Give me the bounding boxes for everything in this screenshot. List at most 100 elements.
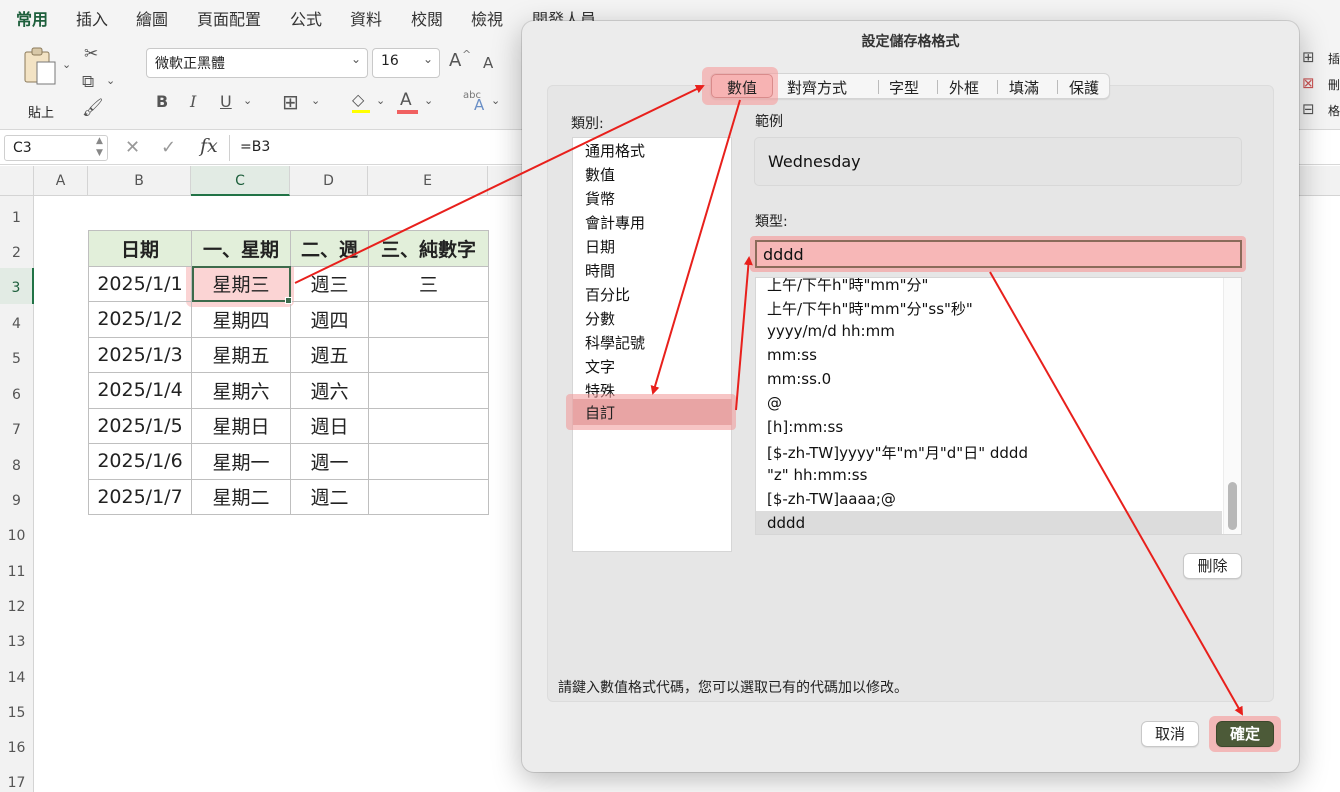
font-color-button[interactable]: A [400, 90, 412, 110]
column-header-c[interactable]: C [191, 166, 290, 196]
cell[interactable]: 週五 [290, 336, 369, 373]
underline-button[interactable]: U [220, 92, 232, 111]
cell[interactable]: 星期一 [191, 443, 291, 480]
row-header-16[interactable]: 16 [0, 740, 34, 756]
copy-icon[interactable]: ⧉ [82, 72, 94, 92]
format-painter-icon[interactable]: 🖌 [82, 98, 104, 118]
list-item[interactable]: "z" hh:mm:ss [767, 466, 867, 484]
row-header-6[interactable]: 6 [0, 387, 34, 403]
tab-formulas[interactable]: 公式 [290, 6, 322, 30]
name-box[interactable]: C3 [4, 135, 108, 161]
list-item[interactable]: 日期 [585, 236, 615, 257]
bold-button[interactable]: B [156, 92, 168, 111]
cell[interactable] [368, 407, 489, 444]
cell[interactable]: 2025/1/3 [88, 336, 192, 373]
cell[interactable]: 2025/1/4 [88, 372, 192, 409]
cell[interactable]: 2025/1/6 [88, 443, 192, 480]
cell[interactable] [368, 478, 489, 515]
list-item[interactable]: [h]:mm:ss [767, 418, 843, 436]
row-header-9[interactable]: 9 [0, 493, 34, 509]
selected-cell-c3[interactable]: 星期三 [191, 265, 291, 302]
category-list[interactable]: 通用格式 數值 貨幣 會計專用 日期 時間 百分比 分數 科學記號 文字 特殊 [572, 137, 732, 552]
insert-cells-icon[interactable]: ⊞ [1302, 48, 1315, 66]
cell[interactable] [368, 372, 489, 409]
fill-handle[interactable] [285, 297, 292, 304]
cell[interactable]: 週四 [290, 301, 369, 338]
tab-view[interactable]: 檢視 [471, 6, 503, 30]
delete-cells-icon[interactable]: ⊠ [1302, 74, 1315, 92]
list-item[interactable]: 貨幣 [585, 188, 615, 209]
list-item[interactable]: 分數 [585, 308, 615, 329]
list-item[interactable]: 百分比 [585, 284, 630, 305]
list-item[interactable]: 科學記號 [585, 332, 645, 353]
row-header-14[interactable]: 14 [0, 670, 34, 686]
column-header-b[interactable]: B [88, 166, 191, 196]
name-box-stepper-icon[interactable]: ▲ ▼ [96, 135, 103, 159]
insert-function-button[interactable]: fx [200, 135, 218, 157]
cell[interactable]: 三 [368, 265, 489, 302]
chevron-down-icon[interactable]: ⌄ [243, 94, 252, 107]
header-cell[interactable]: 一、星期 [191, 230, 291, 267]
chevron-down-icon[interactable]: ⌄ [106, 74, 115, 87]
format-list-scrollbar[interactable] [1223, 278, 1241, 534]
chevron-down-icon[interactable]: ⌄ [376, 94, 385, 107]
list-item[interactable]: 文字 [585, 356, 615, 377]
tab-home[interactable]: 常用 [16, 6, 49, 37]
delete-button[interactable]: 刪除 [1183, 553, 1242, 579]
row-header-12[interactable]: 12 [0, 599, 34, 615]
paste-button[interactable]: 貼上 [18, 46, 66, 121]
chevron-down-icon[interactable]: ⌄ [311, 94, 320, 107]
header-cell[interactable]: 日期 [88, 230, 192, 267]
chevron-down-icon[interactable]: ⌄ [62, 58, 71, 71]
font-name-select[interactable]: 微軟正黑體 ⌄ [146, 48, 368, 78]
category-item-custom[interactable]: 自訂 [573, 399, 732, 425]
cell[interactable] [368, 443, 489, 480]
cell[interactable]: 2025/1/5 [88, 407, 192, 444]
list-item[interactable]: 時間 [585, 260, 615, 281]
tab-border[interactable]: 外框 [949, 77, 979, 98]
shrink-font-button[interactable]: A [483, 54, 493, 72]
list-item[interactable]: 上午/下午h"時"mm"分"ss"秒" [767, 298, 973, 319]
italic-button[interactable]: I [190, 92, 196, 111]
cut-icon[interactable]: ✂ [84, 44, 98, 64]
select-all-corner[interactable] [0, 166, 34, 196]
tab-alignment[interactable]: 對齊方式 [787, 77, 847, 98]
row-header-3[interactable]: 3 [0, 268, 34, 304]
fill-color-icon[interactable]: ◇ [352, 90, 364, 109]
header-cell[interactable]: 二、週 [290, 230, 369, 267]
cell[interactable]: 2025/1/1 [88, 265, 192, 302]
tab-protection[interactable]: 保護 [1069, 77, 1099, 98]
cell[interactable]: 週二 [290, 478, 369, 515]
row-header-13[interactable]: 13 [0, 634, 34, 650]
cell[interactable]: 週日 [290, 407, 369, 444]
row-header-10[interactable]: 10 [0, 528, 34, 544]
cell[interactable]: 週六 [290, 372, 369, 409]
list-item-selected[interactable]: dddd [767, 514, 805, 532]
format-cells-icon[interactable]: ⊟ [1302, 100, 1315, 118]
cell[interactable]: 星期五 [191, 336, 291, 373]
confirm-edit-icon[interactable]: ✓ [161, 137, 176, 158]
column-header-d[interactable]: D [290, 166, 368, 196]
ok-button[interactable]: 確定 [1216, 721, 1274, 747]
cell[interactable]: 2025/1/2 [88, 301, 192, 338]
column-header-e[interactable]: E [368, 166, 488, 196]
format-code-list[interactable]: 上午/下午h"時"mm"分" 上午/下午h"時"mm"分"ss"秒" yyyy/… [755, 277, 1242, 535]
tab-draw[interactable]: 繪圖 [136, 6, 168, 30]
cell[interactable]: 星期日 [191, 407, 291, 444]
list-item[interactable]: [$-zh-TW]yyyy"年"m"月"d"日" dddd [767, 442, 1028, 463]
cancel-edit-icon[interactable]: ✕ [125, 137, 140, 158]
cell[interactable]: 星期四 [191, 301, 291, 338]
tab-review[interactable]: 校閱 [411, 6, 443, 30]
list-item[interactable]: 通用格式 [585, 140, 645, 161]
chevron-down-icon[interactable]: ⌄ [424, 94, 433, 107]
row-header-1[interactable]: 1 [0, 210, 34, 226]
list-item[interactable]: 上午/下午h"時"mm"分" [767, 278, 928, 295]
row-header-15[interactable]: 15 [0, 705, 34, 721]
cell[interactable]: 2025/1/7 [88, 478, 192, 515]
list-item[interactable]: 會計專用 [585, 212, 645, 233]
row-header-11[interactable]: 11 [0, 564, 34, 580]
cell[interactable]: 星期二 [191, 478, 291, 515]
font-size-select[interactable]: 16 ⌄ [372, 48, 440, 78]
list-item[interactable]: mm:ss [767, 346, 817, 364]
list-item[interactable]: yyyy/m/d hh:mm [767, 322, 895, 340]
